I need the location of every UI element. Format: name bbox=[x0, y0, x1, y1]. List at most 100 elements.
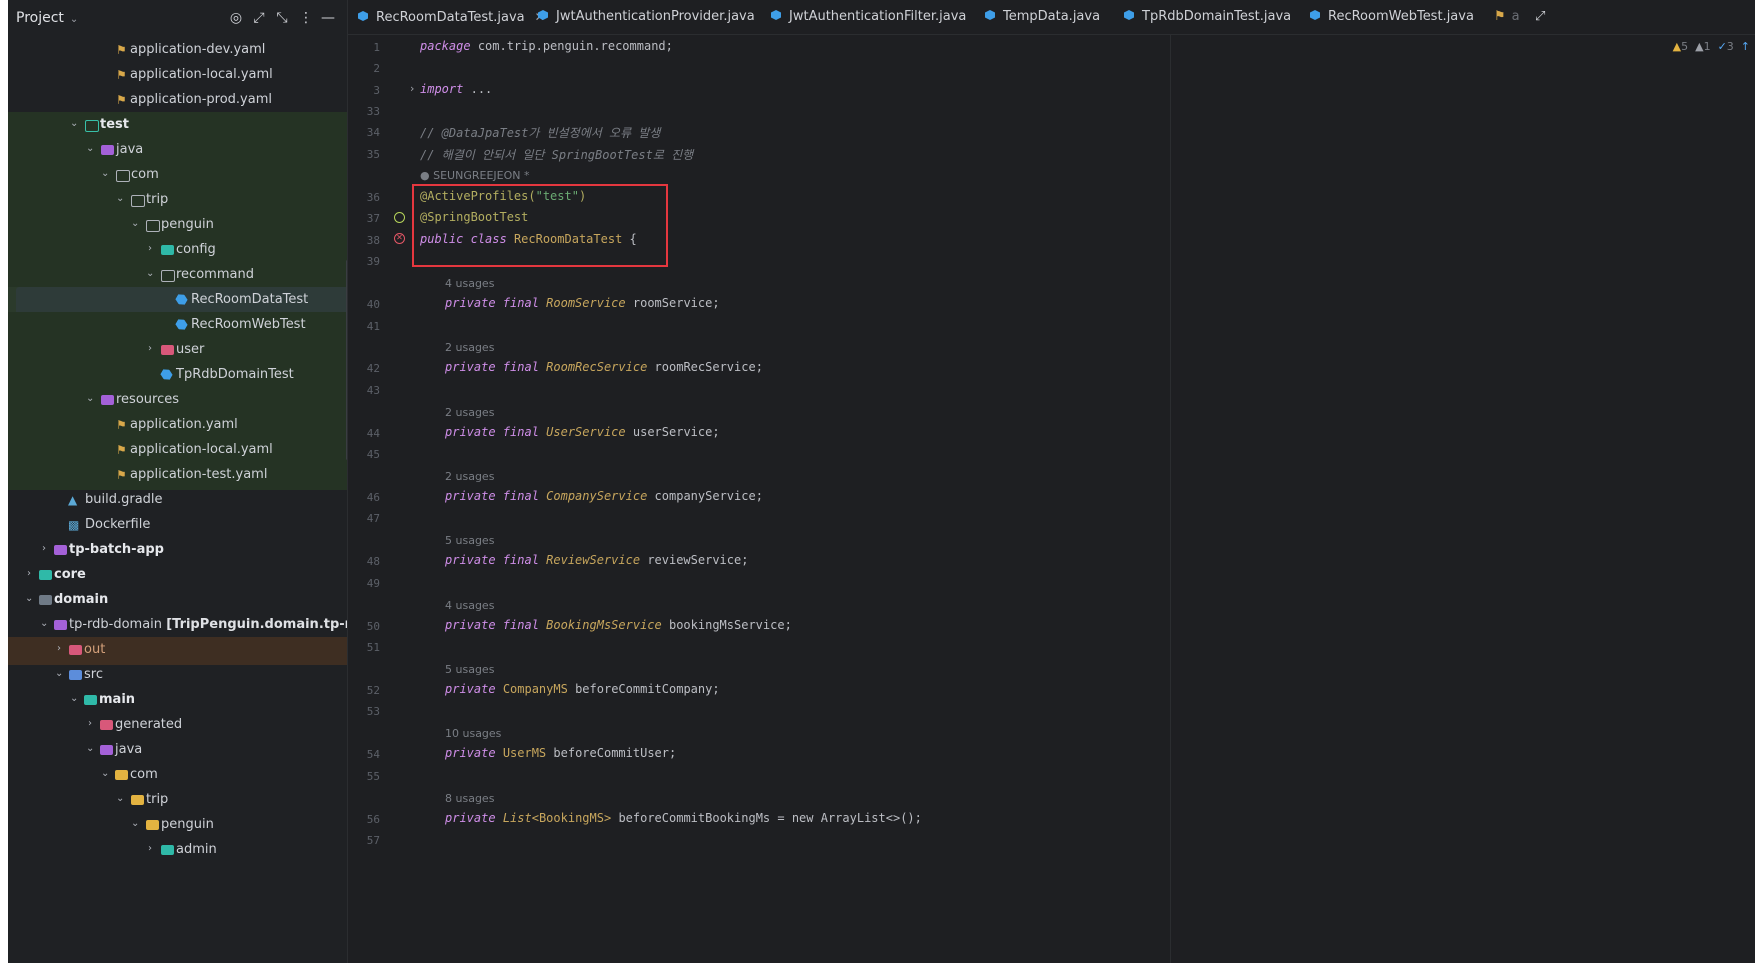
tree-item[interactable]: ⌄ trip bbox=[8, 187, 386, 215]
chevron-right-icon[interactable]: › bbox=[57, 642, 69, 654]
chevron-down-icon[interactable]: ⌄ bbox=[70, 692, 82, 704]
tab-overflow[interactable]: ⚑ a bbox=[1494, 0, 1520, 34]
tree-item[interactable]: ⚑ application-local.yaml bbox=[8, 62, 386, 90]
chevron-down-icon[interactable]: ⌄ bbox=[101, 767, 113, 779]
tree-item[interactable]: ⌄ java bbox=[8, 737, 386, 765]
run-test-icon[interactable] bbox=[394, 212, 405, 223]
chevron-down-icon[interactable]: ⌄ bbox=[116, 192, 128, 204]
tree-item[interactable]: ⌄ test bbox=[8, 112, 386, 140]
tree-item[interactable]: › user bbox=[8, 337, 386, 365]
folder-icon bbox=[116, 170, 130, 182]
chevron-right-icon[interactable]: › bbox=[88, 717, 100, 729]
chevron-right-icon[interactable]: › bbox=[42, 542, 54, 554]
usages-hint[interactable]: 2 usages bbox=[445, 406, 494, 419]
chevron-down-icon[interactable]: ⌄ bbox=[86, 142, 98, 154]
tree-item[interactable]: TpRdbDomainTest bbox=[8, 362, 386, 390]
tree-item[interactable]: RecRoomWebTest bbox=[8, 312, 386, 340]
tree-item[interactable]: ⌄ com bbox=[8, 162, 386, 190]
gradle-icon: ▲ bbox=[68, 493, 78, 507]
tree-item[interactable]: ⚑ application-local.yaml bbox=[8, 437, 386, 465]
user-icon: ● bbox=[420, 169, 430, 182]
java-test-folder-icon bbox=[101, 145, 114, 155]
error-icon[interactable]: ✕ bbox=[394, 233, 405, 244]
usages-hint[interactable]: 4 usages bbox=[445, 277, 494, 290]
tree-item[interactable]: ▩ Dockerfile bbox=[8, 512, 386, 540]
package-icon bbox=[161, 345, 174, 355]
code-area[interactable]: package com.trip.penguin.recommand; impo… bbox=[420, 34, 1740, 963]
tree-item[interactable]: ⌄ domain bbox=[8, 587, 386, 615]
tab-recroomdatatest[interactable]: RecRoomDataTest.java✕ bbox=[358, 0, 551, 34]
tab-jwtauthenticationprovider[interactable]: JwtAuthenticationProvider.java bbox=[538, 0, 755, 34]
chevron-down-icon[interactable]: ⌄ bbox=[86, 392, 98, 404]
code-line: private CompanyMS beforeCommitCompany; bbox=[445, 682, 720, 696]
tree-item[interactable]: › admin bbox=[8, 837, 386, 865]
tree-item[interactable]: ⚑ application-prod.yaml bbox=[8, 87, 386, 115]
usages-hint[interactable]: 5 usages bbox=[445, 663, 494, 676]
minimize-icon[interactable]: — bbox=[320, 10, 336, 26]
usages-hint[interactable]: 2 usages bbox=[445, 341, 494, 354]
usages-hint[interactable]: 2 usages bbox=[445, 470, 494, 483]
tree-item[interactable]: › out bbox=[8, 637, 386, 665]
target-icon[interactable]: ◎ bbox=[228, 10, 244, 26]
usages-hint[interactable]: 10 usages bbox=[445, 727, 501, 740]
code-line: private final CompanyService companyServ… bbox=[445, 489, 763, 503]
tree-item[interactable]: ⌄ com bbox=[8, 762, 386, 790]
tree-item[interactable]: ⚑ application-dev.yaml bbox=[8, 37, 386, 65]
project-view-selector[interactable]: Project ⌄ bbox=[16, 10, 78, 26]
chevron-down-icon[interactable]: ⌄ bbox=[25, 592, 37, 604]
chevron-right-icon[interactable]: › bbox=[148, 842, 160, 854]
fold-icon[interactable]: › bbox=[410, 82, 414, 95]
tab-recroomwebtest[interactable]: RecRoomWebTest.java bbox=[1310, 0, 1474, 34]
usages-hint[interactable]: 8 usages bbox=[445, 792, 494, 805]
author-hint[interactable]: ● SEUNGREEJEON * bbox=[420, 169, 529, 182]
tree-item[interactable]: ⌄ tp-rdb-domain [TripPenguin.domain.tp-rd… bbox=[8, 612, 386, 640]
tree-item[interactable]: ⌄ penguin bbox=[8, 812, 386, 840]
code-line: private final RoomRecService roomRecServ… bbox=[445, 360, 763, 374]
module-icon bbox=[54, 545, 67, 555]
tree-item[interactable]: ▲ build.gradle bbox=[8, 487, 386, 515]
usages-hint[interactable]: 4 usages bbox=[445, 599, 494, 612]
tree-item[interactable]: ⌄ resources bbox=[8, 387, 386, 415]
module-icon bbox=[39, 570, 52, 580]
code-line: package com.trip.penguin.recommand; bbox=[420, 39, 673, 53]
tree-item[interactable]: ⚑ application.yaml bbox=[8, 412, 386, 440]
tree-item[interactable]: › generated bbox=[8, 712, 386, 740]
tab-tempdata[interactable]: TempData.java bbox=[985, 0, 1100, 34]
maximize-icon[interactable]: ⤢ bbox=[1535, 0, 1545, 34]
chevron-down-icon[interactable]: ⌄ bbox=[116, 792, 128, 804]
code-line: import ... bbox=[420, 82, 493, 96]
tab-tprdbdomaintest[interactable]: TpRdbDomainTest.java bbox=[1124, 0, 1291, 34]
usages-hint[interactable]: 5 usages bbox=[445, 534, 494, 547]
tab-jwtauthenticationfilter[interactable]: JwtAuthenticationFilter.java bbox=[771, 0, 966, 34]
chevron-down-icon[interactable]: ⌄ bbox=[146, 267, 158, 279]
tree-item[interactable]: ⌄ recommand bbox=[8, 262, 386, 290]
chevron-right-icon[interactable]: › bbox=[27, 567, 39, 579]
tree-item[interactable]: ⌄ src bbox=[8, 662, 386, 690]
project-title: Project bbox=[16, 10, 64, 26]
chevron-down-icon[interactable]: ⌄ bbox=[131, 817, 143, 829]
tree-item[interactable]: ⌄ main bbox=[8, 687, 386, 715]
expand-icon[interactable]: ⤢ bbox=[251, 10, 267, 26]
tree-item[interactable]: › config bbox=[8, 237, 386, 265]
tree-item-selected[interactable]: RecRoomDataTest bbox=[8, 287, 386, 315]
tree-item[interactable]: ⌄ penguin bbox=[8, 212, 386, 240]
chevron-down-icon[interactable]: ⌄ bbox=[55, 667, 67, 679]
tree-item[interactable]: › core bbox=[8, 562, 386, 590]
ide-window: Project ⌄ ◎ ⤢ ⤡ ⋮ — ⚑ application-dev.yaml… bbox=[8, 0, 1755, 963]
tree-item[interactable]: › tp-batch-app bbox=[8, 537, 386, 565]
chevron-down-icon[interactable]: ⌄ bbox=[101, 167, 113, 179]
chevron-down-icon[interactable]: ⌄ bbox=[40, 617, 52, 629]
chevron-down-icon[interactable]: ⌄ bbox=[86, 742, 98, 754]
more-icon[interactable]: ⋮ bbox=[298, 10, 314, 26]
chevron-down-icon[interactable]: ⌄ bbox=[70, 117, 82, 129]
code-line: private List<BookingMS> beforeCommitBook… bbox=[445, 811, 922, 825]
class-icon bbox=[538, 10, 548, 20]
chevron-right-icon[interactable]: › bbox=[148, 342, 160, 354]
tree-item[interactable]: ⚑ application-test.yaml bbox=[8, 462, 386, 490]
chevron-right-icon[interactable]: › bbox=[148, 242, 160, 254]
chevron-down-icon[interactable]: ⌄ bbox=[131, 217, 143, 229]
tree-item[interactable]: ⌄ java bbox=[8, 137, 386, 165]
arrow-up-icon[interactable]: ↑ bbox=[1741, 40, 1750, 53]
collapse-icon[interactable]: ⤡ bbox=[274, 10, 290, 26]
tree-item[interactable]: ⌄ trip bbox=[8, 787, 386, 815]
